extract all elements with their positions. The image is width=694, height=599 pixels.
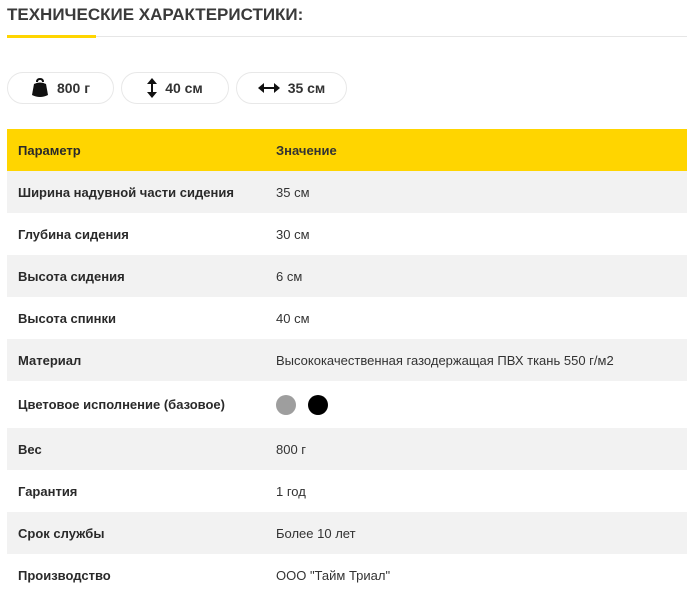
- row-param: Производство: [18, 567, 111, 583]
- row-param: Материал: [18, 352, 82, 368]
- table-header-row: Параметр Значение: [7, 129, 687, 171]
- row-param: Высота сидения: [18, 268, 125, 284]
- spec-badges: 800 г 40 см 35 см: [7, 72, 347, 104]
- row-value: 30 см: [276, 226, 310, 242]
- color-swatch-black[interactable]: [308, 394, 328, 415]
- row-value: 6 см: [276, 268, 303, 284]
- table-row: Материал Высококачественная газодержащая…: [7, 339, 687, 381]
- weight-badge: 800 г: [7, 72, 114, 104]
- vertical-arrow-icon: [147, 78, 158, 98]
- row-param: Высота спинки: [18, 310, 116, 326]
- row-value: 800 г: [276, 441, 307, 457]
- color-swatches: [276, 394, 676, 415]
- row-value-colors: [265, 381, 687, 428]
- section-title: ТЕХНИЧЕСКИЕ ХАРАКТЕРИСТИКИ:: [7, 5, 304, 24]
- height-badge: 40 см: [121, 72, 229, 104]
- width-value: 35 см: [287, 80, 326, 96]
- weight-icon: [31, 78, 49, 98]
- row-param: Ширина надувной части сидения: [18, 184, 234, 200]
- weight-value: 800 г: [56, 80, 91, 96]
- table-row: Цветовое исполнение (базовое): [7, 381, 687, 428]
- table-row: Глубина сидения 30 см: [7, 213, 687, 255]
- table-row: Высота спинки 40 см: [7, 297, 687, 339]
- table-row: Высота сидения 6 см: [7, 255, 687, 297]
- row-value: ООО "Тайм Триал": [276, 567, 391, 583]
- row-param: Глубина сидения: [18, 226, 129, 242]
- table-row: Гарантия 1 год: [7, 470, 687, 512]
- table-row: Вес 800 г: [7, 428, 687, 470]
- row-value: Высококачественная газодержащая ПВХ ткан…: [276, 352, 614, 368]
- table-row: Срок службы Более 10 лет: [7, 512, 687, 554]
- header-parameter: Параметр: [18, 142, 81, 158]
- header-value: Значение: [276, 142, 337, 158]
- height-value: 40 см: [165, 80, 203, 96]
- row-param: Цветовое исполнение (базовое): [18, 397, 225, 412]
- row-param: Гарантия: [18, 483, 78, 499]
- row-param: Вес: [18, 441, 42, 457]
- title-accent-bar: [7, 35, 96, 38]
- horizontal-arrow-icon: [257, 83, 280, 93]
- width-badge: 35 см: [236, 72, 347, 104]
- row-value: 35 см: [276, 184, 310, 200]
- title-divider: [7, 36, 687, 37]
- table-row: Ширина надувной части сидения 35 см: [7, 171, 687, 213]
- row-value: 40 см: [276, 310, 310, 326]
- specifications-table: Параметр Значение Ширина надувной части …: [7, 129, 687, 596]
- row-value: Более 10 лет: [276, 525, 356, 541]
- row-param: Срок службы: [18, 525, 105, 541]
- color-swatch-gray[interactable]: [276, 394, 296, 415]
- row-value: 1 год: [276, 483, 306, 499]
- table-row: Производство ООО "Тайм Триал": [7, 554, 687, 596]
